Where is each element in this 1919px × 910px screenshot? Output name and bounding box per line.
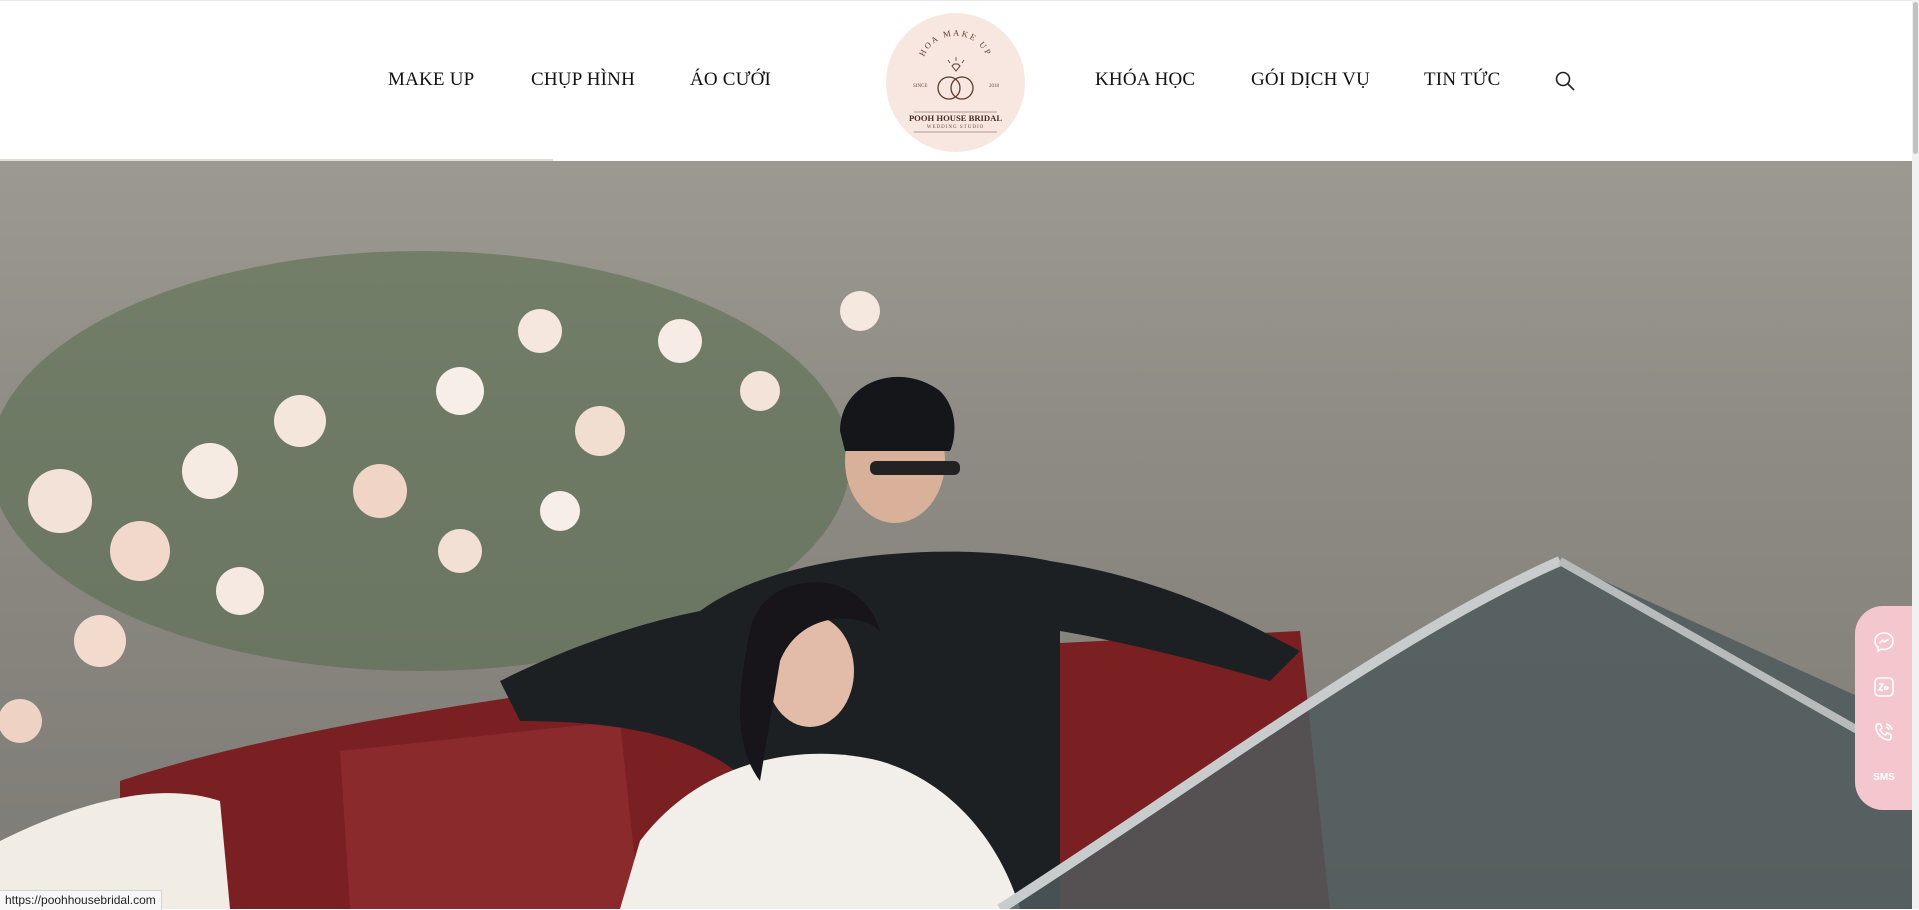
ring-icon bbox=[937, 57, 974, 100]
hero-banner-image bbox=[0, 161, 1912, 909]
link-status-url: https://poohhousebridal.com bbox=[0, 890, 162, 910]
logo-sub: WEDDING STUDIO bbox=[927, 125, 984, 130]
nav-ao-cuoi[interactable]: ÁO CƯỚI bbox=[690, 69, 771, 91]
scrollbar-thumb[interactable] bbox=[1913, 2, 1918, 154]
search-icon[interactable] bbox=[1553, 69, 1577, 93]
contact-floating-bar: SMS bbox=[1855, 606, 1912, 810]
logo-since: SINCE bbox=[913, 84, 927, 89]
messenger-icon[interactable] bbox=[1868, 626, 1900, 658]
nav-khoa-hoc[interactable]: KHÓA HỌC bbox=[1095, 69, 1195, 91]
brand-logo[interactable]: HOA MAKE UP SINCE 2018 POOH HOUSE BRIDAL… bbox=[886, 13, 1025, 152]
logo-year: 2018 bbox=[989, 84, 1000, 89]
nav-tin-tuc[interactable]: TIN TỨC bbox=[1424, 69, 1500, 91]
site-header: MAKE UP CHỤP HÌNH ÁO CƯỚI HOA MAKE UP SI… bbox=[0, 0, 1912, 161]
sms-label: SMS bbox=[1873, 771, 1895, 783]
phone-icon[interactable] bbox=[1868, 716, 1900, 748]
car-door-panel bbox=[340, 721, 640, 909]
nav-chup-hinh[interactable]: CHỤP HÌNH bbox=[531, 69, 635, 91]
logo-arc-text: HOA MAKE UP bbox=[917, 28, 994, 58]
logo-brand: POOH HOUSE BRIDAL bbox=[909, 113, 1002, 123]
page-scrollbar[interactable] bbox=[1912, 0, 1919, 909]
sms-icon[interactable]: SMS bbox=[1868, 761, 1900, 793]
nav-make-up[interactable]: MAKE UP bbox=[388, 69, 474, 91]
zalo-icon[interactable] bbox=[1868, 671, 1900, 703]
nav-goi-dich-vu[interactable]: GÓI DỊCH VỤ bbox=[1251, 69, 1370, 91]
